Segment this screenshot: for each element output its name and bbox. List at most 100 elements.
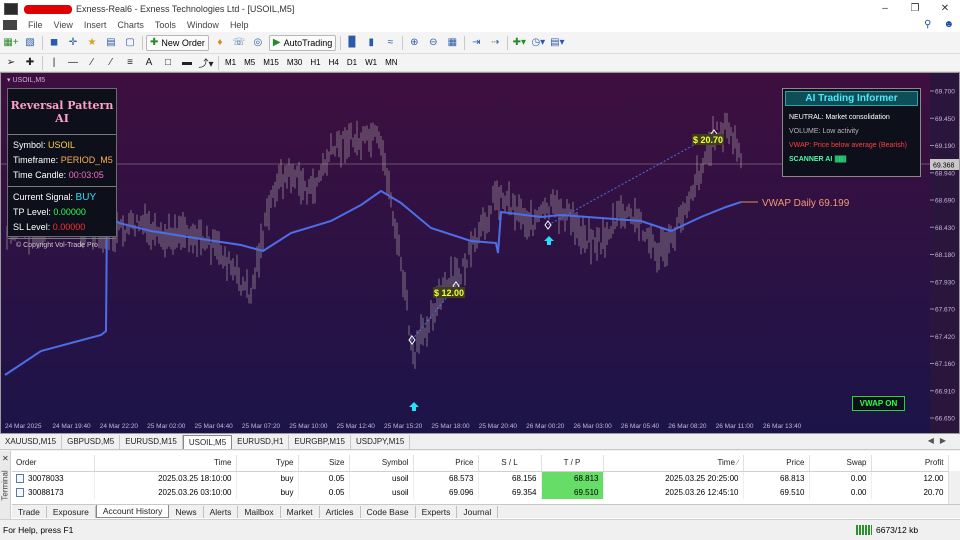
indicators-icon[interactable]: ✚▾ <box>511 35 527 51</box>
col-sl[interactable]: S / L <box>478 455 542 472</box>
terminal-close-icon[interactable]: ✕ <box>2 454 9 463</box>
text-icon[interactable]: A <box>141 55 157 71</box>
search-icon[interactable]: ⚲ <box>924 19 931 30</box>
tab-experts[interactable]: Experts <box>416 505 458 518</box>
vertical-line-icon[interactable]: | <box>46 55 62 71</box>
fibonacci-icon[interactable]: ≡ <box>122 55 138 71</box>
navigator-icon[interactable]: ★ <box>84 35 100 51</box>
timeframe-row: Timeframe: PERIOD_M5 <box>13 155 113 165</box>
restore-icon[interactable]: ❐ <box>900 0 930 18</box>
app-icon <box>4 3 18 15</box>
tab-market[interactable]: Market <box>281 505 320 518</box>
candlestick-icon[interactable]: ▮ <box>363 35 379 51</box>
radio-icon[interactable]: ◎ <box>250 35 266 51</box>
col-swap[interactable]: Swap <box>809 455 872 472</box>
timeframe-h4[interactable]: H4 <box>327 58 341 67</box>
col-symbol[interactable]: Symbol <box>349 455 414 472</box>
close-price-cell: 68.813 <box>743 471 810 485</box>
close-icon[interactable]: ✕ <box>930 0 960 18</box>
profit-cell: 12.00 <box>871 471 949 485</box>
timeframe-m30[interactable]: M30 <box>285 58 305 67</box>
col-close-time[interactable]: Time ∕ <box>603 455 744 472</box>
table-row[interactable]: 30078033 2025.03.25 18:10:00 buy 0.05 us… <box>12 471 949 485</box>
col-order[interactable]: Order <box>12 455 95 472</box>
menu-file[interactable]: File <box>28 20 43 30</box>
col-time[interactable]: Time <box>94 455 237 472</box>
price-tick-label: 69.700 <box>935 89 955 96</box>
menu-view[interactable]: View <box>54 20 73 30</box>
trendline-icon[interactable]: ∕ <box>84 55 100 71</box>
vwap-on-button[interactable]: VWAP ON <box>852 396 905 411</box>
tab-eurusd-h1[interactable]: EURUSD,H1 <box>232 435 290 449</box>
chart-shift-icon[interactable]: ⇥ <box>468 35 484 51</box>
new-order-button[interactable]: ✚ New Order <box>146 34 209 51</box>
market-watch-icon[interactable]: ◼ <box>46 35 62 51</box>
autotrading-button[interactable]: ▶ AutoTrading <box>268 34 337 51</box>
tab-trade[interactable]: Trade <box>12 505 47 518</box>
templates-icon[interactable]: ▤▾ <box>549 35 565 51</box>
tab-exposure[interactable]: Exposure <box>47 505 96 518</box>
periods-icon[interactable]: ◷▾ <box>530 35 546 51</box>
menu-help[interactable]: Help <box>230 20 249 30</box>
timeframe-h1[interactable]: H1 <box>308 58 322 67</box>
chart-window[interactable]: ▾ USOIL,M5 VWAP Daily 69.199 $ 12.00 $ 2… <box>0 72 960 434</box>
menu-charts[interactable]: Charts <box>117 20 144 30</box>
table-row[interactable]: 30088173 2025.03.26 03:10:00 buy 0.05 us… <box>12 485 949 499</box>
tab-news[interactable]: News <box>169 505 204 518</box>
tab-gbpusd-m5[interactable]: GBPUSD,M5 <box>62 435 121 449</box>
time-tick-label: 24 Mar 2025 <box>5 423 42 430</box>
data-window-icon[interactable]: ✛ <box>65 35 81 51</box>
channel-icon[interactable]: ⁄ <box>103 55 119 71</box>
col-close-price[interactable]: Price <box>743 455 810 472</box>
signals-icon[interactable]: ☏ <box>231 35 247 51</box>
line-chart-icon[interactable]: ≈ <box>382 35 398 51</box>
tab-alerts[interactable]: Alerts <box>204 505 239 518</box>
profiles-icon[interactable]: ▧ <box>22 35 38 51</box>
col-size[interactable]: Size <box>298 455 350 472</box>
tab-code-base[interactable]: Code Base <box>361 505 416 518</box>
tab-mailbox[interactable]: Mailbox <box>238 505 281 518</box>
menu-window[interactable]: Window <box>187 20 219 30</box>
horizontal-line-icon[interactable]: — <box>65 55 81 71</box>
tab-eurgbp-m15[interactable]: EURGBP,M15 <box>289 435 351 449</box>
zoom-out-icon[interactable]: ⊖ <box>425 35 441 51</box>
col-tp[interactable]: T / P <box>541 455 604 472</box>
col-type[interactable]: Type <box>236 455 299 472</box>
strategy-tester-icon[interactable]: ▢ <box>122 35 138 51</box>
bar-chart-icon[interactable]: ▉ <box>344 35 360 51</box>
tab-journal[interactable]: Journal <box>457 505 499 518</box>
col-price[interactable]: Price <box>413 455 479 472</box>
timeframe-m15[interactable]: M15 <box>261 58 281 67</box>
col-profit[interactable]: Profit <box>871 455 949 472</box>
tab-usoil-m5[interactable]: USOIL,M5 <box>182 435 233 449</box>
arrows-icon[interactable]: ⤴▾ <box>198 55 214 71</box>
meta-editor-icon[interactable]: ♦ <box>212 35 228 51</box>
minimize-icon[interactable]: – <box>870 0 900 18</box>
tab-usdjpy-m15[interactable]: USDJPY,M15 <box>351 435 411 449</box>
zoom-in-icon[interactable]: ⊕ <box>406 35 422 51</box>
autoscroll-icon[interactable]: ⇢ <box>487 35 503 51</box>
tile-windows-icon[interactable]: ▦ <box>444 35 460 51</box>
tab-xauusd-m15[interactable]: XAUUSD,M15 <box>0 435 63 449</box>
tab-scroll-arrows[interactable]: ◀▶ <box>928 436 952 445</box>
menu-insert[interactable]: Insert <box>84 20 107 30</box>
chart-window-icon[interactable] <box>3 20 17 30</box>
terminal-icon[interactable]: ▤ <box>103 35 119 51</box>
label-icon[interactable]: □ <box>160 55 176 71</box>
tab-articles[interactable]: Articles <box>320 505 361 518</box>
tab-eurusd-m15[interactable]: EURUSD,M15 <box>120 435 183 449</box>
crosshair-icon[interactable]: ✚ <box>22 55 38 71</box>
tab-account-history[interactable]: Account History <box>95 505 170 518</box>
timeframe-mn[interactable]: MN <box>383 58 399 67</box>
shapes-icon[interactable]: ▬ <box>179 55 195 71</box>
user-icon[interactable]: ☻ <box>943 19 954 30</box>
new-chart-icon[interactable]: ▦+ <box>3 35 19 51</box>
time-candle-row: Time Candle: 00:03:05 <box>13 170 104 180</box>
timeframe-w1[interactable]: W1 <box>363 58 379 67</box>
menu-tools[interactable]: Tools <box>155 20 176 30</box>
timeframe-d1[interactable]: D1 <box>345 58 359 67</box>
cursor-icon[interactable]: ➢ <box>3 55 19 71</box>
timeframe-m1[interactable]: M1 <box>223 58 238 67</box>
timeframe-m5[interactable]: M5 <box>242 58 257 67</box>
informer-volume-status: VOLUME: Low activity <box>789 128 859 135</box>
